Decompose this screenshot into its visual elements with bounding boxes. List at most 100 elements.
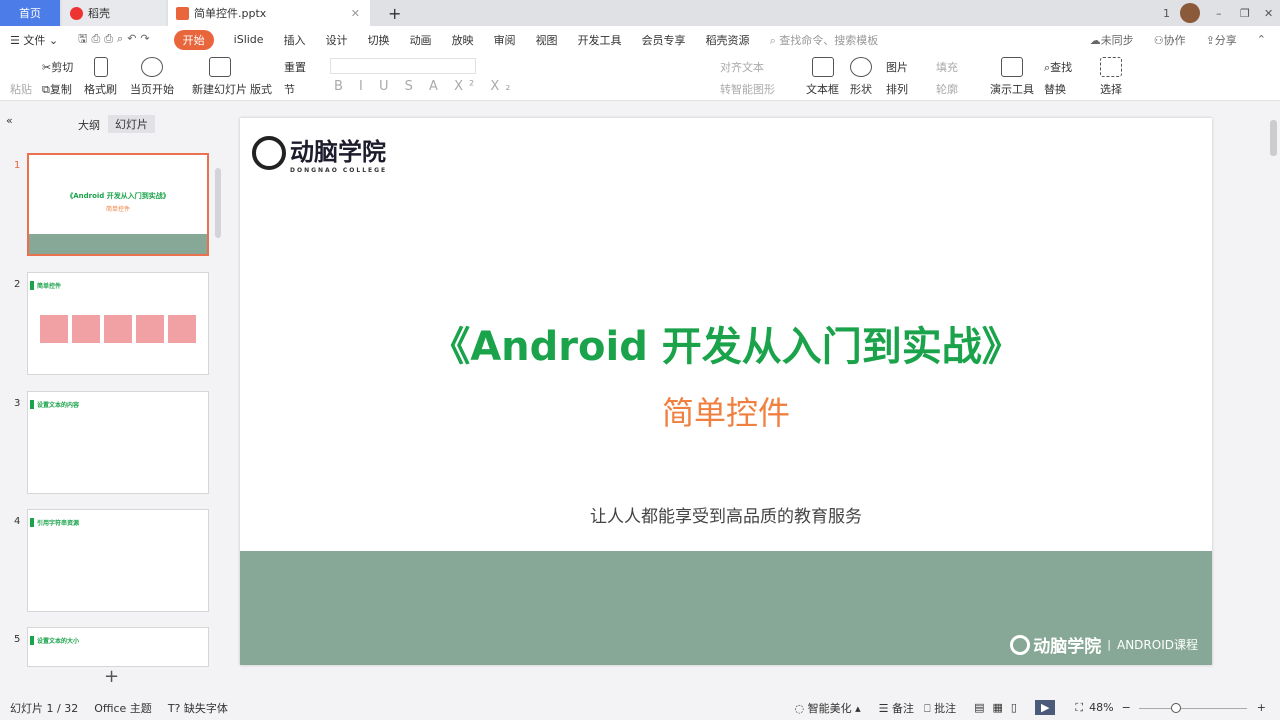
fill-button[interactable]: 填充 (936, 59, 958, 75)
menu-review[interactable]: 审阅 (494, 32, 516, 48)
notes-label: 备注 (891, 701, 914, 715)
search-icon: ⌕ (769, 33, 776, 47)
tab-label: 简单控件.pptx (194, 7, 267, 20)
menu-slideshow[interactable]: 放映 (452, 32, 474, 48)
menu-daoke-resources[interactable]: 稻壳资源 (706, 32, 750, 48)
add-slide-button[interactable]: + (104, 666, 119, 687)
zoom-level[interactable]: 48% (1089, 701, 1113, 714)
textbox-button[interactable]: 文本框 (806, 57, 839, 97)
share-label: 分享 (1214, 33, 1237, 47)
select-button[interactable]: 选择 (1100, 57, 1122, 97)
share-button[interactable]: ⇪分享 (1206, 32, 1237, 48)
play-slideshow-button[interactable]: ▶ (1034, 700, 1056, 715)
presenter-label: 演示工具 (990, 83, 1034, 96)
beautify-button[interactable]: ◌ 智能美化 ▴ (794, 700, 860, 716)
theme-label[interactable]: Office 主题 (94, 700, 152, 716)
restore-button[interactable]: ❐ (1232, 0, 1250, 26)
slide-number: 1 (14, 160, 21, 171)
panel-scrollbar[interactable] (215, 168, 221, 238)
paste-button[interactable]: 粘贴 (10, 81, 32, 97)
main-scrollbar[interactable] (1270, 120, 1277, 156)
slide-thumbnail[interactable]: 《Android 开发从入门到实战》 简单控件 (27, 153, 209, 256)
slide-number: 2 (14, 279, 21, 290)
sync-label: 未同步 (1100, 33, 1134, 47)
font-select[interactable] (330, 58, 476, 74)
tab-document[interactable]: 简单控件.pptx ✕ (168, 0, 370, 26)
ribbon-toolbar: 粘贴 ✂剪切 ⧉复制 格式刷 当页开始 新建幻灯片 版式 重置 节 B I U … (0, 53, 1280, 101)
missing-font-button[interactable]: T? 缺失字体 (168, 700, 228, 716)
menu-file[interactable]: ☰ 文件 ⌄ (10, 32, 58, 48)
zoom-in-button[interactable]: + (1257, 701, 1266, 714)
logo-subtext: DONGNAO COLLEGE (290, 167, 388, 174)
menu-home[interactable]: 开始 (173, 29, 214, 50)
smart-art-button[interactable]: 转智能图形 (720, 81, 775, 97)
avatar[interactable] (1180, 3, 1200, 23)
menu-animation[interactable]: 动画 (410, 32, 432, 48)
zoom-out-button[interactable]: − (1122, 701, 1131, 714)
slide-thumbnail[interactable]: 设置文本的内容 (27, 391, 209, 494)
shape-button[interactable]: 形状 (850, 57, 872, 97)
reset-button[interactable]: 重置 (284, 59, 306, 75)
notes-button[interactable]: ☰ 备注 (879, 700, 914, 716)
new-tab-button[interactable]: + (380, 0, 401, 26)
collapse-ribbon-icon[interactable]: ⌃ (1257, 33, 1266, 46)
collapse-panel-icon[interactable]: « (6, 114, 13, 127)
close-tab-icon[interactable]: ✕ (351, 7, 360, 20)
menu-member[interactable]: 会员专享 (642, 32, 686, 48)
section-button[interactable]: 节 (284, 81, 295, 97)
menu-transition[interactable]: 切换 (368, 32, 390, 48)
window-badge[interactable]: 1 (1155, 0, 1170, 26)
find-label: 查找 (1050, 61, 1073, 74)
tab-daoke[interactable]: 稻壳 (62, 0, 166, 26)
outline-button[interactable]: 轮廓 (936, 81, 958, 97)
tab-home[interactable]: 首页 (0, 0, 60, 26)
font-style-buttons[interactable]: B I U S A X² X₂ (334, 79, 516, 94)
missing-font-label: 缺失字体 (183, 701, 228, 715)
slide-canvas[interactable]: 动脑学院 DONGNAO COLLEGE 《Android 开发从入门到实战》 简… (240, 118, 1212, 665)
copy-label: 复制 (49, 83, 72, 96)
comment-button[interactable]: ⎕ 批注 (924, 700, 956, 716)
menu-insert[interactable]: 插入 (284, 32, 306, 48)
find-button[interactable]: ⌕查找 (1044, 59, 1072, 75)
thumb-title: 《Android 开发从入门到实战》 (66, 192, 170, 200)
arrange-button[interactable]: 排列 (886, 81, 908, 97)
slide-tagline: 让人人都能享受到高品质的教育服务 (590, 507, 862, 527)
new-slide-button[interactable]: 新建幻灯片 (192, 57, 247, 97)
cut-button[interactable]: ✂剪切 (42, 59, 73, 75)
zoom-slider[interactable] (1138, 702, 1247, 713)
menu-design[interactable]: 设计 (326, 32, 348, 48)
slide-thumbnail[interactable]: 设置文本的大小 (27, 627, 209, 667)
copy-button[interactable]: ⧉复制 (42, 81, 72, 97)
picture-button[interactable]: 图片 (886, 59, 908, 75)
textbox-label: 文本框 (806, 83, 839, 96)
menu-islide[interactable]: iSlide (234, 33, 264, 46)
layout-button[interactable]: 版式 (250, 81, 272, 97)
tab-bar: 首页 稻壳 简单控件.pptx ✕ + 1 – ❐ ✕ (0, 0, 1280, 26)
slide-thumbnail[interactable]: 引用字符串资源 (27, 509, 209, 612)
slide-thumbnail[interactable]: 简单控件 (27, 272, 209, 375)
footer-logo-icon (1010, 634, 1031, 655)
new-slide-label: 新建幻灯片 (192, 83, 247, 96)
sync-button[interactable]: ☁未同步 (1090, 32, 1134, 48)
command-search[interactable]: ⌕ 查找命令、搜索模板 (770, 32, 879, 48)
replace-button[interactable]: 替换 (1044, 81, 1066, 97)
tab-slides[interactable]: 幻灯片 (108, 115, 155, 133)
menu-view[interactable]: 视图 (536, 32, 558, 48)
thumb-title: 引用字符串资源 (30, 518, 79, 527)
minimize-button[interactable]: – (1208, 0, 1222, 26)
view-buttons[interactable]: ▤▦▯ (974, 701, 1025, 714)
presenter-tools-button[interactable]: 演示工具 (990, 57, 1034, 97)
slide-panel: « 大纲 幻灯片 1 《Android 开发从入门到实战》 简单控件 2 简单控… (0, 108, 226, 693)
align-text-button[interactable]: 对齐文本 (720, 59, 764, 75)
fit-icon[interactable]: ⛶ (1075, 701, 1083, 715)
format-painter-label: 格式刷 (84, 83, 117, 96)
quick-access-icons[interactable]: 🖫⎙⎙⌕↶↷ (78, 30, 154, 49)
play-current-button[interactable]: 当页开始 (130, 57, 174, 97)
close-button[interactable]: ✕ (1256, 0, 1273, 26)
thumb-band (29, 234, 207, 254)
menu-developer[interactable]: 开发工具 (578, 32, 622, 48)
tab-outline[interactable]: 大纲 (78, 117, 100, 133)
daoke-icon (70, 6, 83, 20)
format-painter-button[interactable]: 格式刷 (84, 57, 117, 97)
collab-button[interactable]: ⚇协作 (1154, 32, 1186, 48)
